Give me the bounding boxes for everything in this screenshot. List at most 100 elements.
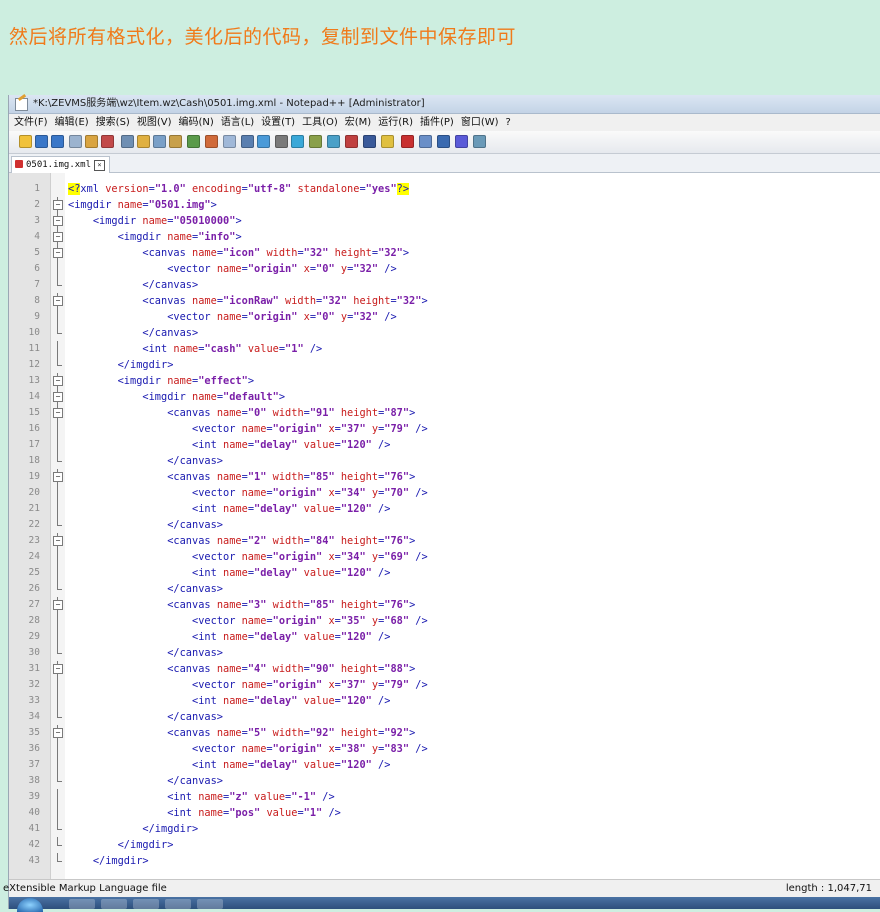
toolbar-button-icon[interactable] (205, 135, 218, 148)
taskbar-button[interactable] (69, 899, 95, 909)
code-line: 9 <vector name="origin" x="0" y="32" /> (9, 309, 880, 325)
toolbar-button-icon[interactable] (153, 135, 166, 148)
toolbar-button-icon[interactable] (437, 135, 450, 148)
code-line: 41 </imgdir> (9, 821, 880, 837)
menu-item-9[interactable]: 运行(R) (378, 117, 413, 128)
taskbar-button[interactable] (133, 899, 159, 909)
toolbar-button-icon[interactable] (275, 135, 288, 148)
fold-line-marker (52, 613, 64, 629)
toolbar-button-icon[interactable] (455, 135, 468, 148)
menu-item-3[interactable]: 视图(V) (137, 117, 172, 128)
code-text: </canvas> (167, 775, 223, 787)
code-line: 23 <canvas name="2" width="84" height="7… (9, 533, 880, 549)
code-editor[interactable]: 1 <?xml version="1.0" encoding="utf-8" st… (9, 173, 880, 879)
code-line: 8 <canvas name="iconRaw" width="32" heig… (9, 293, 880, 309)
toolbar-button-icon[interactable] (401, 135, 414, 148)
code-line: 20 <vector name="origin" x="34" y="70" /… (9, 485, 880, 501)
code-line: 7 </canvas> (9, 277, 880, 293)
title-bar[interactable]: *K:\ZEVMS服务端\wz\Item.wz\Cash\0501.img.xm… (9, 95, 880, 114)
menu-item-6[interactable]: 设置(T) (261, 117, 295, 128)
toolbar-button-icon[interactable] (257, 135, 270, 148)
fold-line-marker (52, 645, 64, 661)
fold-toggle-icon[interactable] (52, 229, 64, 245)
toolbar-button-icon[interactable] (51, 135, 64, 148)
fold-line-marker (52, 805, 64, 821)
tab-0501-img-xml[interactable]: 0501.img.xml × (11, 156, 111, 173)
menu-bar: 文件(F) 编辑(E) 搜索(S) 视图(V) 编码(N) 语言(L) 设置(T) 工具(O)… (9, 114, 880, 131)
code-text: <int name="delay" value="120" /> (192, 503, 391, 515)
code-text: </imgdir> (117, 359, 174, 371)
code-text: <vector name="origin" x="37" y="79" /> (192, 679, 428, 691)
toolbar-button-icon[interactable] (121, 135, 134, 148)
close-tab-icon[interactable]: × (94, 160, 106, 171)
code-text: <vector name="origin" x="0" y="32" /> (167, 263, 397, 275)
toolbar-button-icon[interactable] (327, 135, 340, 148)
toolbar-button-icon[interactable] (363, 135, 376, 148)
menu-item-2[interactable]: 搜索(S) (96, 117, 130, 128)
code-line: 12 </imgdir> (9, 357, 880, 373)
fold-toggle-icon[interactable] (52, 725, 64, 741)
code-text: </canvas> (167, 519, 223, 531)
code-text: </imgdir> (92, 855, 149, 867)
line-number: 15 (28, 407, 40, 418)
menu-item-10[interactable]: 插件(P) (420, 117, 454, 128)
menu-item-11[interactable]: 窗口(W) (461, 117, 499, 128)
toolbar-button-icon[interactable] (35, 135, 48, 148)
fold-toggle-icon[interactable] (52, 597, 64, 613)
menu-item-7[interactable]: 工具(O) (302, 117, 338, 128)
code-text: <vector name="origin" x="35" y="68" /> (192, 615, 428, 627)
fold-toggle-icon[interactable] (52, 197, 64, 213)
toolbar-button-icon[interactable] (291, 135, 304, 148)
toolbar-button-icon[interactable] (137, 135, 150, 148)
line-number: 16 (28, 423, 40, 434)
menu-item-8[interactable]: 宏(M) (345, 117, 371, 128)
line-number: 22 (28, 519, 40, 530)
start-button[interactable] (17, 898, 43, 912)
fold-toggle-icon[interactable] (52, 245, 64, 261)
toolbar-button-icon[interactable] (169, 135, 182, 148)
toolbar-button-icon[interactable] (381, 135, 394, 148)
code-text: <imgdir name="05010000"> (92, 215, 242, 227)
code-line: 25 <int name="delay" value="120" /> (9, 565, 880, 581)
taskbar-button[interactable] (197, 899, 223, 909)
menu-item-0[interactable]: 文件(F) (14, 117, 48, 128)
toolbar-button-icon[interactable] (473, 135, 486, 148)
toolbar-button-icon[interactable] (85, 135, 98, 148)
line-number: 20 (28, 487, 40, 498)
fold-toggle-icon[interactable] (52, 533, 64, 549)
code-line: 30 </canvas> (9, 645, 880, 661)
fold-toggle-icon[interactable] (52, 389, 64, 405)
fold-toggle-icon[interactable] (52, 293, 64, 309)
toolbar-button-icon[interactable] (419, 135, 432, 148)
line-number: 29 (28, 631, 40, 642)
code-line: 15 <canvas name="0" width="91" height="8… (9, 405, 880, 421)
fold-line-marker (52, 421, 64, 437)
toolbar-button-icon[interactable] (101, 135, 114, 148)
toolbar-button-icon[interactable] (309, 135, 322, 148)
toolbar-button-icon[interactable] (345, 135, 358, 148)
toolbar-button-icon[interactable] (69, 135, 82, 148)
fold-toggle-icon[interactable] (52, 213, 64, 229)
code-text: <int name="pos" value="1" /> (167, 807, 341, 819)
line-number: 41 (28, 823, 40, 834)
toolbar-button-icon[interactable] (19, 135, 32, 148)
fold-toggle-icon[interactable] (52, 469, 64, 485)
taskbar-button[interactable] (101, 899, 127, 909)
line-number: 1 (34, 183, 40, 194)
taskbar-button[interactable] (165, 899, 191, 909)
code-line: 3 <imgdir name="05010000"> (9, 213, 880, 229)
menu-item-12[interactable]: ? (506, 117, 511, 128)
fold-toggle-icon[interactable] (52, 405, 64, 421)
menu-item-5[interactable]: 语言(L) (221, 117, 254, 128)
fold-line-marker (52, 741, 64, 757)
toolbar-button-icon[interactable] (187, 135, 200, 148)
fold-line-marker (52, 517, 64, 533)
menu-item-4[interactable]: 编码(N) (179, 117, 214, 128)
code-line: 22 </canvas> (9, 517, 880, 533)
toolbar-button-icon[interactable] (223, 135, 236, 148)
fold-toggle-icon[interactable] (52, 373, 64, 389)
fold-toggle-icon[interactable] (52, 661, 64, 677)
menu-item-1[interactable]: 编辑(E) (55, 117, 89, 128)
line-number: 7 (34, 279, 40, 290)
toolbar-button-icon[interactable] (241, 135, 254, 148)
